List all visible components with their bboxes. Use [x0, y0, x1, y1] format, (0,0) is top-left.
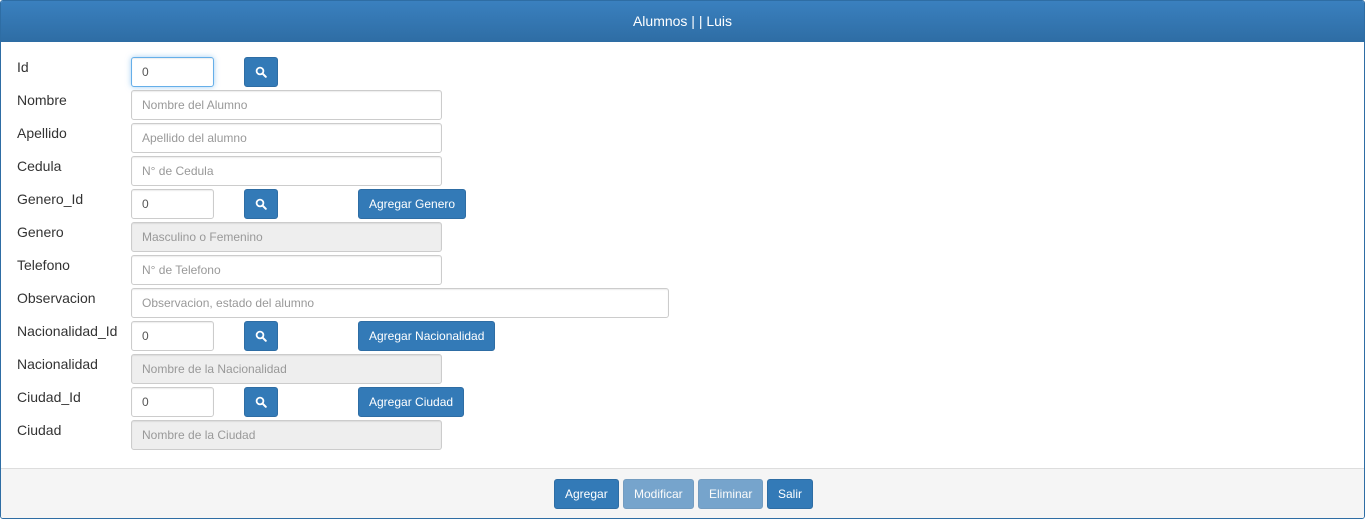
nacionalidad-label: Nacionalidad — [17, 356, 98, 372]
genero-input — [131, 222, 442, 252]
genero-label: Genero — [17, 224, 64, 240]
search-icon — [255, 66, 267, 78]
agregar-nacionalidad-button[interactable]: Agregar Nacionalidad — [358, 321, 496, 351]
search-ciudad-button[interactable] — [244, 387, 278, 417]
nombre-label: Nombre — [17, 92, 67, 108]
panel-footer: Agregar Modificar Eliminar Salir — [1, 468, 1364, 518]
nombre-input[interactable] — [131, 90, 442, 120]
alumnos-panel: Alumnos | | Luis Id Nombre Apellido Cedu… — [0, 0, 1365, 519]
agregar-button[interactable]: Agregar — [554, 479, 619, 509]
cedula-input[interactable] — [131, 156, 442, 186]
modificar-button[interactable]: Modificar — [623, 479, 694, 509]
genero-id-input[interactable] — [131, 189, 214, 219]
salir-button[interactable]: Salir — [767, 479, 814, 509]
search-icon — [255, 330, 267, 342]
genero-id-label: Genero_Id — [17, 191, 84, 207]
id-input[interactable] — [131, 57, 214, 87]
ciudad-id-input[interactable] — [131, 387, 214, 417]
eliminar-button[interactable]: Eliminar — [698, 479, 764, 509]
agregar-ciudad-button[interactable]: Agregar Ciudad — [358, 387, 465, 417]
nacionalidad-id-input[interactable] — [131, 321, 214, 351]
apellido-label: Apellido — [17, 125, 67, 141]
search-genero-button[interactable] — [244, 189, 278, 219]
telefono-label: Telefono — [17, 257, 70, 273]
id-label: Id — [17, 59, 29, 75]
apellido-input[interactable] — [131, 123, 442, 153]
cedula-label: Cedula — [17, 158, 62, 174]
telefono-input[interactable] — [131, 255, 442, 285]
search-nacionalidad-button[interactable] — [244, 321, 278, 351]
search-icon — [255, 198, 267, 210]
ciudad-input — [131, 420, 442, 450]
nacionalidad-id-label: Nacionalidad_Id — [17, 323, 118, 339]
search-id-button[interactable] — [244, 57, 278, 87]
ciudad-id-label: Ciudad_Id — [17, 389, 81, 405]
observacion-input[interactable] — [131, 288, 669, 318]
search-icon — [255, 396, 267, 408]
panel-title: Alumnos | | Luis — [1, 1, 1364, 42]
agregar-genero-button[interactable]: Agregar Genero — [358, 189, 467, 219]
nacionalidad-input — [131, 354, 442, 384]
observacion-label: Observacion — [17, 290, 96, 306]
ciudad-label: Ciudad — [17, 422, 62, 438]
